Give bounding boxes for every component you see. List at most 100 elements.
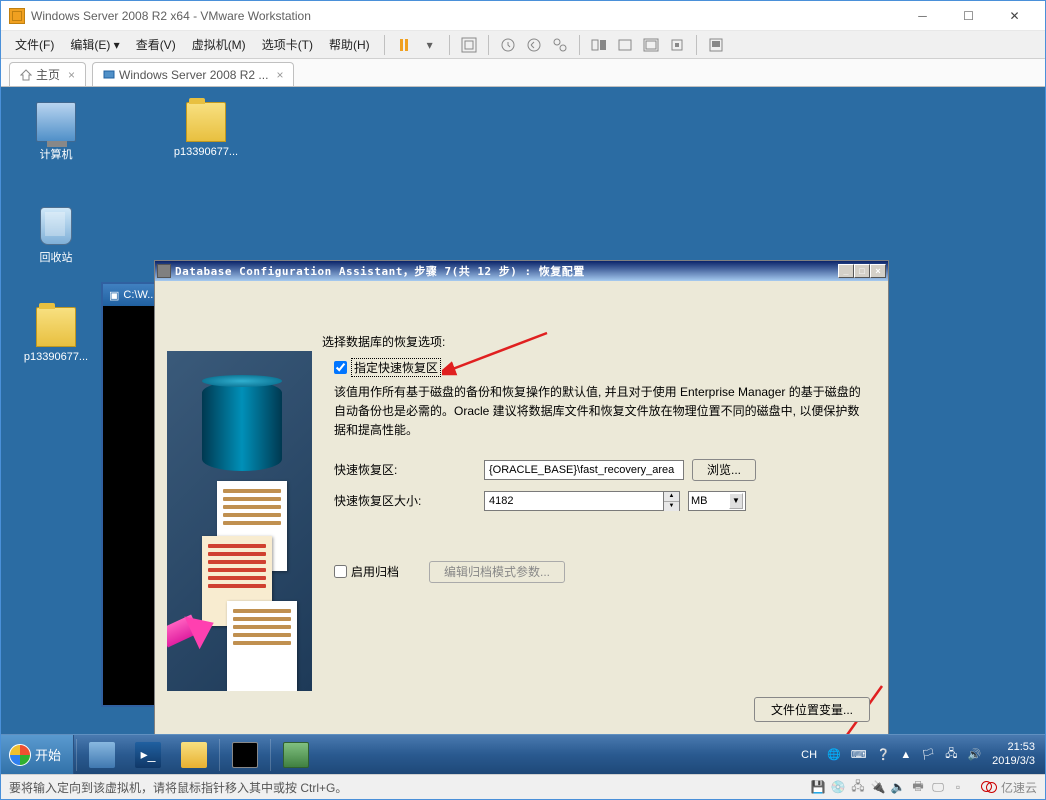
dbca-heading: 选择数据库的恢复选项: bbox=[322, 333, 870, 350]
sound-icon[interactable]: 🔈 bbox=[891, 780, 905, 794]
net-icon[interactable]: 🖧 bbox=[851, 780, 865, 794]
snapshot-manager-icon[interactable] bbox=[549, 34, 571, 56]
menu-file[interactable]: 文件(F) bbox=[9, 32, 60, 57]
volume-icon[interactable]: 🔊 bbox=[964, 748, 984, 761]
dbca-app-icon bbox=[157, 264, 171, 278]
titlebar: Windows Server 2008 R2 x64 - VMware Work… bbox=[1, 1, 1045, 31]
tab-vm-close[interactable]: × bbox=[276, 68, 283, 82]
dbca-dialog: Database Configuration Assistant，步骤 7(共 … bbox=[154, 260, 889, 774]
dbca-titlebar[interactable]: Database Configuration Assistant，步骤 7(共 … bbox=[155, 261, 888, 281]
archive-checkbox[interactable] bbox=[334, 565, 347, 578]
fast-recovery-checkbox[interactable] bbox=[334, 361, 347, 374]
archive-params-button: 编辑归档模式参数... bbox=[429, 561, 565, 583]
help-icon[interactable]: ❔ bbox=[874, 748, 894, 761]
recovery-size-label: 快速恢复区大小: bbox=[334, 492, 484, 509]
view-console-icon[interactable] bbox=[705, 34, 727, 56]
fast-recovery-desc: 该值用作所有基于磁盘的备份和恢复操作的默认值, 并且对于使用 Enterpris… bbox=[334, 383, 870, 441]
size-spinner[interactable]: ▲ ▼ bbox=[664, 491, 680, 511]
menu-tabs[interactable]: 选项卡(T) bbox=[256, 32, 319, 57]
start-button[interactable]: 开始 bbox=[1, 735, 74, 775]
menu-help[interactable]: 帮助(H) bbox=[323, 32, 376, 57]
tab-vm[interactable]: Windows Server 2008 R2 ... × bbox=[92, 62, 294, 86]
browse-button[interactable]: 浏览... bbox=[692, 459, 756, 481]
menu-vm[interactable]: 虚拟机(M) bbox=[186, 32, 252, 57]
dbca-title: Database Configuration Assistant，步骤 7(共 … bbox=[175, 263, 838, 279]
toolbar-dropdown[interactable]: ▾ bbox=[419, 34, 441, 56]
recycle-label: 回收站 bbox=[21, 249, 91, 265]
folder2-label: p13390677... bbox=[21, 351, 91, 363]
close-button[interactable]: ✕ bbox=[992, 2, 1037, 30]
tab-home-label: 主页 bbox=[36, 66, 60, 83]
guest-desktop[interactable]: 计算机 p13390677... 回收站 p13390677... ▣C:\W.… bbox=[1, 87, 1045, 774]
folder-icon bbox=[186, 102, 226, 142]
fast-recovery-label[interactable]: 指定快速恢复区 bbox=[351, 358, 441, 377]
printer-icon[interactable]: 🖶 bbox=[911, 780, 925, 794]
size-unit-select[interactable]: MB ▼ bbox=[688, 491, 746, 511]
lang-indicator[interactable]: CH bbox=[798, 749, 820, 761]
folder-icon bbox=[36, 307, 76, 347]
spinner-up[interactable]: ▲ bbox=[664, 492, 679, 502]
desktop-computer-icon[interactable]: 计算机 bbox=[21, 102, 91, 162]
minimize-button[interactable]: ─ bbox=[900, 2, 945, 30]
tray-expand-icon[interactable]: ▲ bbox=[897, 749, 914, 761]
folder1-label: p13390677... bbox=[171, 146, 241, 158]
taskbar-explorer[interactable] bbox=[172, 737, 216, 773]
ime-icon[interactable]: 🌐 bbox=[824, 748, 844, 761]
windows-logo-icon bbox=[9, 744, 31, 766]
recycle-bin-icon bbox=[40, 207, 72, 245]
brand-watermark: 亿速云 bbox=[981, 779, 1037, 796]
snapshot-take-icon[interactable] bbox=[497, 34, 519, 56]
menu-view[interactable]: 查看(V) bbox=[130, 32, 182, 57]
file-location-vars-button[interactable]: 文件位置变量... bbox=[754, 697, 870, 722]
desktop-folder2[interactable]: p13390677... bbox=[21, 307, 91, 363]
recovery-area-label: 快速恢复区: bbox=[334, 461, 484, 478]
view-split-icon[interactable] bbox=[588, 34, 610, 56]
snapshot-icon[interactable] bbox=[458, 34, 480, 56]
dbca-maximize[interactable]: □ bbox=[854, 264, 870, 278]
tab-home[interactable]: 主页 × bbox=[9, 62, 86, 86]
archive-label[interactable]: 启用归档 bbox=[351, 563, 399, 580]
tray-clock[interactable]: 21:53 2019/3/3 bbox=[988, 741, 1039, 767]
dbca-illustration bbox=[167, 291, 312, 732]
window-title: Windows Server 2008 R2 x64 - VMware Work… bbox=[31, 9, 900, 23]
maximize-button[interactable]: ☐ bbox=[946, 2, 991, 30]
msg-icon[interactable]: ▫ bbox=[951, 780, 965, 794]
view-single-icon[interactable] bbox=[614, 34, 636, 56]
computer-icon bbox=[36, 102, 76, 142]
taskbar-powershell[interactable]: ▸_ bbox=[126, 737, 170, 773]
taskbar-server-manager[interactable] bbox=[80, 737, 124, 773]
home-icon bbox=[20, 69, 32, 81]
cd-icon[interactable]: 💿 bbox=[831, 780, 845, 794]
menubar: 文件(F) 编辑(E) ▾ 查看(V) 虚拟机(M) 选项卡(T) 帮助(H) … bbox=[1, 31, 1045, 59]
view-unity-icon[interactable] bbox=[666, 34, 688, 56]
desktop-folder1[interactable]: p13390677... bbox=[171, 102, 241, 158]
action-center-icon[interactable]: 🏳 bbox=[918, 748, 938, 761]
start-label: 开始 bbox=[35, 745, 61, 764]
taskbar-dbca[interactable] bbox=[274, 737, 318, 773]
view-fullscreen-icon[interactable] bbox=[640, 34, 662, 56]
tab-home-close[interactable]: × bbox=[68, 68, 75, 82]
hdd-icon[interactable]: 💾 bbox=[811, 780, 825, 794]
snapshot-revert-icon[interactable] bbox=[523, 34, 545, 56]
dbca-close[interactable]: × bbox=[870, 264, 886, 278]
usb-icon[interactable]: 🔌 bbox=[871, 780, 885, 794]
keyboard-icon[interactable]: ⌨ bbox=[848, 748, 870, 761]
network-icon[interactable]: 🖧 bbox=[942, 745, 960, 764]
taskbar-cmd[interactable] bbox=[223, 737, 267, 773]
system-tray: CH 🌐 ⌨ ❔ ▲ 🏳 🖧 🔊 21:53 2019/3/3 bbox=[798, 735, 1045, 774]
chevron-down-icon: ▼ bbox=[729, 493, 743, 509]
pause-button[interactable] bbox=[393, 34, 415, 56]
desktop-recycle-bin[interactable]: 回收站 bbox=[21, 207, 91, 265]
menu-edit[interactable]: 编辑(E) ▾ bbox=[64, 32, 125, 57]
dbca-minimize[interactable]: _ bbox=[838, 264, 854, 278]
tab-vm-label: Windows Server 2008 R2 ... bbox=[119, 68, 268, 82]
monitor-icon bbox=[103, 69, 115, 81]
spinner-down[interactable]: ▼ bbox=[664, 502, 679, 511]
vmware-statusbar: 要将输入定向到该虚拟机，请将鼠标指针移入其中或按 Ctrl+G。 💾 💿 🖧 🔌… bbox=[1, 774, 1045, 799]
recovery-size-input[interactable] bbox=[484, 491, 664, 511]
vmware-icon bbox=[9, 8, 25, 24]
display-icon[interactable]: 🖵 bbox=[931, 780, 945, 794]
recovery-area-input[interactable] bbox=[484, 460, 684, 480]
status-text: 要将输入定向到该虚拟机，请将鼠标指针移入其中或按 Ctrl+G。 bbox=[9, 779, 347, 796]
computer-label: 计算机 bbox=[21, 146, 91, 162]
